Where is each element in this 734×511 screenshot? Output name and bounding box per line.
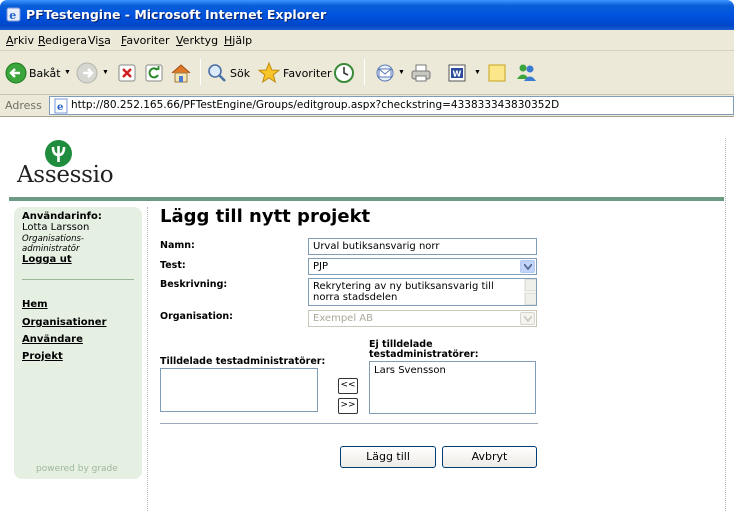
messenger-icon[interactable] <box>515 62 537 84</box>
favorites-label[interactable]: Favoriter <box>283 67 331 80</box>
right-border <box>725 138 726 511</box>
history-icon[interactable] <box>333 62 355 84</box>
list-item[interactable]: Lars Svensson <box>374 365 531 376</box>
back-label[interactable]: Bakåt <box>29 67 61 80</box>
forward-dropdown-icon[interactable]: ▼ <box>102 69 109 76</box>
menu-arkiv[interactable]: Arkiv <box>6 34 34 47</box>
nav-link-anvandare[interactable]: Användare <box>22 334 83 345</box>
content-divider <box>147 207 148 511</box>
test-select[interactable]: PJP <box>308 258 537 275</box>
print-icon[interactable] <box>410 63 432 83</box>
toolbar: Bakåt ▼ ▼ Sök Favoriter ▼ W ▼ <box>0 51 734 95</box>
powered-by-link[interactable]: powered by grade <box>36 464 118 474</box>
favorites-star-icon[interactable] <box>257 61 281 85</box>
title-bar[interactable]: e PFTestengine - Microsoft Internet Expl… <box>0 0 734 30</box>
menu-bar: Arkiv Redigera Visa Favoriter Verktyg Hj… <box>0 30 734 51</box>
sidebar-divider <box>22 279 134 280</box>
move-right-button[interactable]: >> <box>338 398 358 414</box>
description-line2: norra stadsdelen <box>313 292 398 303</box>
description-line1: Rekrytering av ny butiksansvarig till <box>313 281 494 292</box>
nav-link-organisationer[interactable]: Organisationer <box>22 317 107 328</box>
back-arrow-icon[interactable] <box>5 62 27 84</box>
search-label[interactable]: Sök <box>230 67 250 80</box>
menu-visa[interactable]: Visa <box>88 34 111 47</box>
move-left-button[interactable]: << <box>338 378 358 394</box>
name-label: Namn: <box>160 240 195 251</box>
chevron-down-icon <box>520 312 535 325</box>
address-label: Adress <box>5 99 42 112</box>
page-content: Assessio Användarinfo: Lotta Larsson Org… <box>0 118 734 511</box>
menu-redigera[interactable]: Redigera <box>38 34 87 47</box>
window-title: PFTestengine - Microsoft Internet Explor… <box>26 7 327 22</box>
test-select-value: PJP <box>313 261 329 272</box>
address-bar: Adress e http://80.252.165.66/PFTestEngi… <box>0 95 734 117</box>
description-scrollbar[interactable] <box>524 279 536 305</box>
toolbar-separator <box>200 59 201 85</box>
menu-verktyg[interactable]: Verktyg <box>176 34 218 47</box>
user-role-line2: administratör <box>22 244 80 254</box>
assigned-admins-list[interactable] <box>160 368 318 412</box>
form-divider <box>160 423 538 424</box>
address-url: http://80.252.165.66/PFTestEngine/Groups… <box>71 99 560 111</box>
nav-link-projekt[interactable]: Projekt <box>22 351 63 362</box>
word-edit-icon[interactable]: W <box>448 64 466 82</box>
organisation-select-value: Exempel AB <box>313 313 373 324</box>
sidebar: Användarinfo: Lotta Larsson Organisation… <box>14 207 142 479</box>
description-label: Beskrivning: <box>160 279 228 290</box>
test-label: Test: <box>160 260 186 271</box>
name-input[interactable]: Urval butiksansvarig norr <box>308 238 537 255</box>
toolbar-separator <box>364 59 365 85</box>
mail-icon[interactable] <box>374 63 396 83</box>
page-title: Lägg till nytt projekt <box>160 206 371 227</box>
nav-link-hem[interactable]: Hem <box>22 299 48 310</box>
unassigned-admins-label-2: testadministratörer: <box>369 349 479 360</box>
header-divider <box>9 197 724 201</box>
back-dropdown-icon[interactable]: ▼ <box>64 69 71 76</box>
internet-explorer-icon: e <box>6 7 21 22</box>
chevron-down-icon[interactable] <box>520 260 535 273</box>
edit-dropdown-icon[interactable]: ▼ <box>474 69 481 76</box>
assigned-admins-label: Tilldelade testadministratörer: <box>160 356 326 367</box>
search-icon[interactable] <box>207 63 227 83</box>
userinfo-title: Användarinfo: <box>22 211 102 222</box>
user-role-line1: Organisations- <box>22 234 84 244</box>
forward-arrow-icon[interactable] <box>76 62 98 84</box>
svg-text:e: e <box>57 102 63 113</box>
discuss-note-icon[interactable] <box>487 63 507 83</box>
user-name: Lotta Larsson <box>22 222 90 233</box>
svg-text:e: e <box>9 9 16 22</box>
home-icon[interactable] <box>170 62 192 84</box>
unassigned-admins-list[interactable]: Lars Svensson <box>369 361 536 414</box>
organisation-select: Exempel AB <box>308 310 537 327</box>
description-textarea[interactable]: Rekrytering av ny butiksansvarig till no… <box>308 278 537 306</box>
scroll-down-icon[interactable] <box>525 293 536 305</box>
address-input[interactable]: e http://80.252.165.66/PFTestEngine/Grou… <box>49 96 734 115</box>
submit-button[interactable]: Lägg till <box>340 446 436 468</box>
menu-favoriter[interactable]: Favoriter <box>121 34 170 47</box>
page-icon: e <box>54 98 68 114</box>
svg-text:W: W <box>453 70 462 79</box>
organisation-label: Organisation: <box>160 311 233 322</box>
scroll-up-icon[interactable] <box>525 279 536 291</box>
stop-icon[interactable] <box>118 64 136 82</box>
refresh-icon[interactable] <box>145 64 163 82</box>
mail-dropdown-icon[interactable]: ▼ <box>398 69 405 76</box>
menu-hjalp[interactable]: Hjälp <box>224 34 252 47</box>
logout-link[interactable]: Logga ut <box>22 254 72 265</box>
cancel-button[interactable]: Avbryt <box>442 446 537 468</box>
assessio-logo-text: Assessio <box>17 162 114 188</box>
